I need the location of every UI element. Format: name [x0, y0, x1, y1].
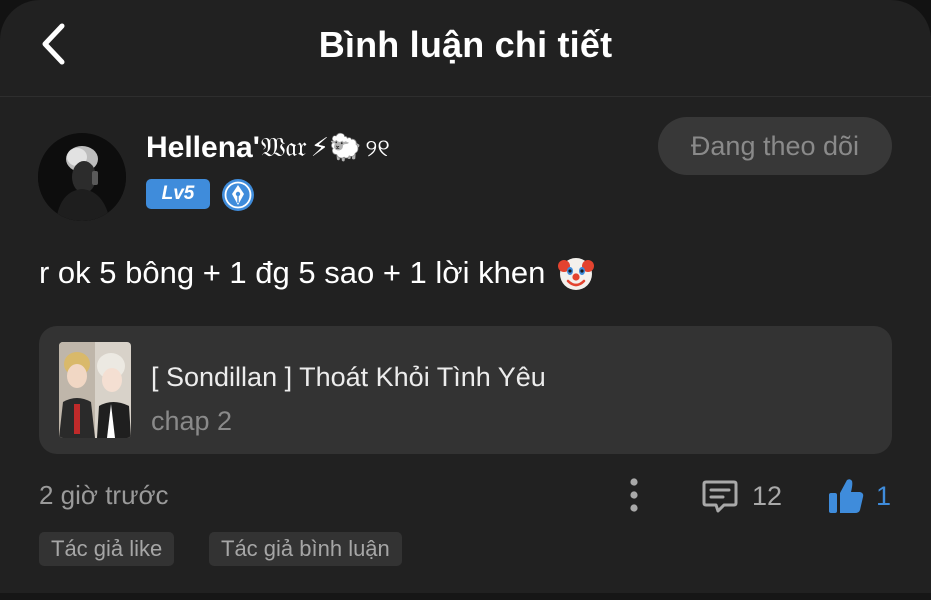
- bottom-divider: [0, 593, 931, 600]
- page-title: Bình luận chi tiết: [318, 24, 613, 65]
- more-vertical-icon: [630, 478, 638, 512]
- story-chapter: chap 2: [151, 406, 233, 436]
- story-title: [ Sondillan ] Thoát Khỏi Tình Yêu: [151, 362, 546, 392]
- author-name-text: Hellena': [146, 131, 260, 164]
- header-bar: Bình luận chi tiết: [0, 0, 931, 97]
- story-card[interactable]: [ Sondillan ] Thoát Khỏi Tình Yêu chap 2: [39, 326, 892, 454]
- comment-timestamp: 2 giờ trước: [39, 480, 169, 510]
- reply-count: 12: [752, 480, 783, 511]
- clown-face-icon: [558, 258, 595, 290]
- comment-body: r ok 5 bông + 1 đg 5 sao + 1 lời khen: [39, 254, 595, 292]
- thumbs-up-icon: [829, 479, 864, 513]
- reply-button[interactable]: 12: [700, 474, 782, 518]
- author-avatar[interactable]: [38, 133, 126, 221]
- author-liked-tag: Tác giả like: [39, 532, 175, 566]
- author-commented-tag: Tác giả bình luận: [209, 532, 402, 566]
- level-badge: Lv5: [146, 179, 210, 209]
- pen-nib-badge-icon: [221, 178, 255, 212]
- comment-icon: [702, 480, 738, 513]
- avatar-photo: [38, 133, 126, 221]
- author-name-tail: ୨୧: [365, 134, 390, 162]
- author-name[interactable]: Hellena' 𝔚𝔞𝔯 ⚡🐑 ୨୧: [146, 128, 390, 168]
- comment-text: r ok 5 bông + 1 đg 5 sao + 1 lời khen: [39, 255, 546, 290]
- like-count: 1: [876, 480, 892, 511]
- author-name-gothic: 𝔚𝔞𝔯: [260, 132, 307, 163]
- more-options-button[interactable]: [618, 474, 650, 518]
- like-button[interactable]: 1: [826, 472, 891, 520]
- author-name-emoji: ⚡🐑: [310, 133, 362, 163]
- comment-detail-screen: Bình luận chi tiết Hellena' 𝔚𝔞𝔯 ⚡🐑 ୨୧ Lv…: [0, 0, 931, 600]
- story-cover-image: [59, 342, 131, 438]
- follow-button[interactable]: Đang theo dõi: [658, 117, 892, 175]
